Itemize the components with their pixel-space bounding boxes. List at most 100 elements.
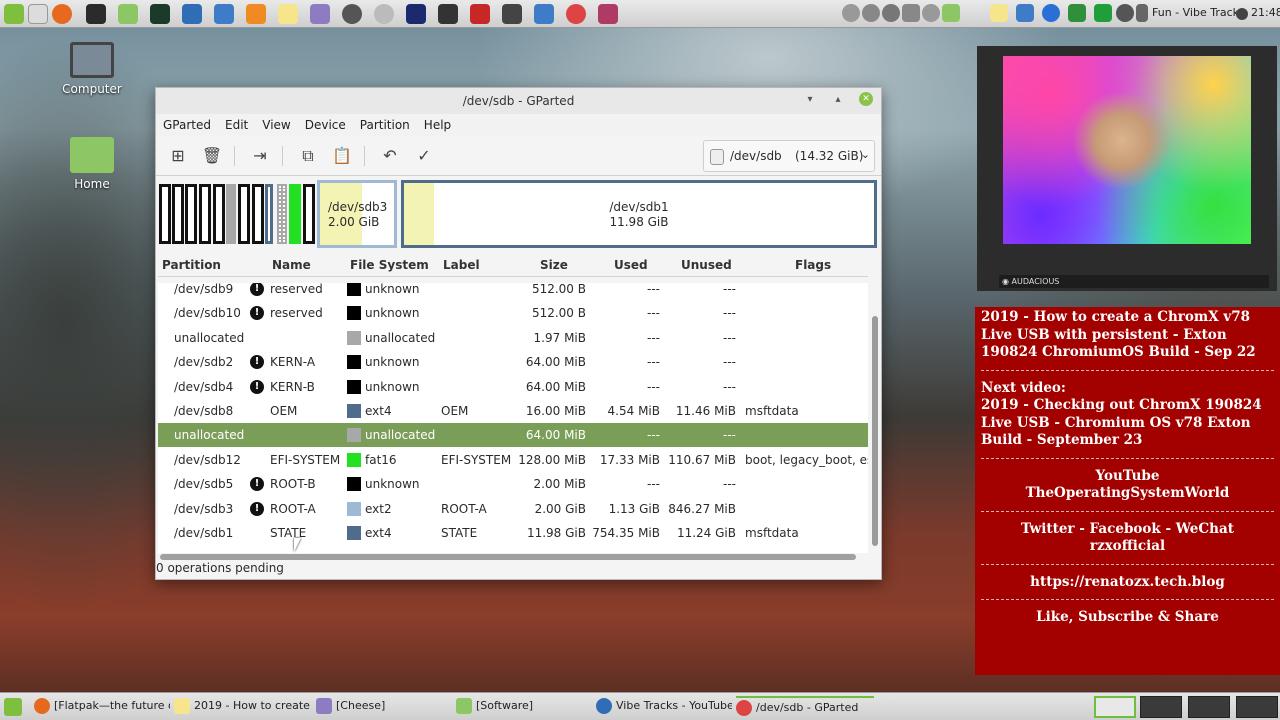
network-icon[interactable] bbox=[1042, 4, 1060, 22]
folder-icon[interactable] bbox=[942, 4, 960, 22]
paste-icon[interactable]: 📋 bbox=[330, 145, 354, 167]
calculator-icon[interactable] bbox=[502, 4, 522, 24]
map-segment[interactable] bbox=[252, 184, 264, 244]
table-row[interactable]: unallocated unallocated 1.97 MiB --- --- bbox=[158, 326, 868, 350]
delete-icon[interactable]: 🗑 bbox=[200, 145, 224, 167]
map-unallocated[interactable] bbox=[226, 184, 236, 244]
table-row[interactable]: /dev/sdb12 EFI-SYSTEM fat16 EFI-SYSTEM 128.0… bbox=[158, 448, 868, 472]
map-segment[interactable] bbox=[185, 184, 197, 244]
col-size[interactable]: Size bbox=[540, 258, 568, 272]
maximize-icon[interactable]: ▴ bbox=[831, 93, 845, 107]
tray-icon[interactable] bbox=[882, 4, 900, 22]
col-partition[interactable]: Partition bbox=[162, 258, 221, 272]
vlc-icon[interactable] bbox=[406, 4, 426, 24]
mint-menu-icon[interactable] bbox=[4, 4, 24, 24]
workspace-2[interactable] bbox=[1140, 696, 1182, 718]
tray-icon[interactable] bbox=[842, 4, 860, 22]
device-selector[interactable]: /dev/sdb (14.32 GiB) ⌄ bbox=[703, 140, 875, 172]
col-name[interactable]: Name bbox=[272, 258, 311, 272]
table-row[interactable]: /dev/sdb1 STATE ext4 STATE 11.98 GiB 754.35 M… bbox=[158, 521, 868, 545]
desktop-icon-computer[interactable]: Computer bbox=[52, 42, 132, 96]
tray-icon[interactable] bbox=[922, 4, 940, 22]
text-editor-icon[interactable] bbox=[310, 4, 330, 24]
app-icon[interactable] bbox=[598, 4, 618, 24]
firefox-icon[interactable] bbox=[52, 4, 72, 24]
tray-icon[interactable] bbox=[902, 4, 920, 22]
menu-icon[interactable] bbox=[4, 698, 22, 716]
map-segment[interactable] bbox=[199, 184, 211, 244]
workspace-4[interactable] bbox=[1236, 696, 1278, 718]
resize-move-icon[interactable]: ⇥ bbox=[248, 145, 272, 167]
task-software[interactable]: [Software] bbox=[456, 698, 576, 718]
map-segment[interactable] bbox=[303, 184, 315, 244]
map-sdb1[interactable]: /dev/sdb1 11.98 GiB bbox=[401, 180, 877, 248]
table-row[interactable]: /dev/sdb3! ROOT-A ext2 ROOT-A 2.00 GiB 1.13 G… bbox=[158, 497, 868, 521]
camera-icon[interactable] bbox=[1016, 4, 1034, 22]
apply-icon[interactable]: ✓ bbox=[412, 145, 436, 167]
menu-gparted[interactable]: GParted bbox=[163, 118, 211, 132]
disk-icon[interactable] bbox=[342, 4, 362, 24]
files-icon[interactable] bbox=[118, 4, 138, 24]
task-flatpak[interactable]: [Flatpak—the future of ... bbox=[34, 698, 170, 718]
map-segment[interactable] bbox=[265, 184, 273, 244]
menu-edit[interactable]: Edit bbox=[225, 118, 248, 132]
task-vibe-tracks[interactable]: Vibe Tracks - YouTube A... bbox=[596, 698, 732, 718]
settings-icon[interactable] bbox=[374, 4, 394, 24]
table-row[interactable]: /dev/sdb9! reserved unknown 512.00 B --- --- bbox=[158, 283, 868, 301]
map-segment[interactable] bbox=[238, 184, 250, 244]
col-used[interactable]: Used bbox=[614, 258, 648, 272]
table-row[interactable]: unallocated unallocated 64.00 MiB --- --- bbox=[158, 423, 868, 448]
task-notes[interactable]: 2019 - How to create a C... bbox=[174, 698, 314, 718]
vertical-scrollbar[interactable] bbox=[872, 316, 878, 546]
system-monitor-icon[interactable] bbox=[150, 4, 170, 24]
notes-icon[interactable] bbox=[990, 4, 1008, 22]
undo-icon[interactable]: ↶ bbox=[378, 145, 402, 167]
workspace-1[interactable] bbox=[1094, 696, 1136, 718]
tray-icon[interactable] bbox=[862, 4, 880, 22]
show-desktop-icon[interactable] bbox=[28, 4, 48, 24]
table-row[interactable]: /dev/sdb8 OEM ext4 OEM 16.00 MiB 4.54 MiB 11.4… bbox=[158, 399, 868, 423]
close-icon[interactable]: ✕ bbox=[859, 92, 873, 106]
menu-partition[interactable]: Partition bbox=[360, 118, 410, 132]
camera-icon[interactable] bbox=[534, 4, 554, 24]
app-icon[interactable] bbox=[182, 4, 202, 24]
app-icon[interactable] bbox=[438, 4, 458, 24]
new-partition-icon[interactable]: ⊞ bbox=[166, 145, 190, 167]
task-gparted[interactable]: /dev/sdb - GParted bbox=[736, 696, 874, 716]
col-label[interactable]: Label bbox=[443, 258, 480, 272]
table-row[interactable]: /dev/sdb10! reserved unknown 512.00 B --- --- bbox=[158, 301, 868, 325]
now-playing[interactable]: Fun - Vibe Tracks bbox=[1152, 6, 1245, 19]
music-icon[interactable] bbox=[1136, 4, 1148, 22]
table-row[interactable]: /dev/sdb2! KERN-A unknown 64.00 MiB --- --- bbox=[158, 350, 868, 374]
minimize-icon[interactable]: ▾ bbox=[803, 93, 817, 107]
wifi-icon[interactable] bbox=[1116, 4, 1134, 22]
shield-icon[interactable] bbox=[1068, 4, 1086, 22]
col-filesystem[interactable]: File System bbox=[350, 258, 429, 272]
map-efi[interactable] bbox=[289, 184, 301, 244]
desktop-icon-home[interactable]: Home bbox=[52, 137, 132, 191]
menu-device[interactable]: Device bbox=[305, 118, 346, 132]
col-unused[interactable]: Unused bbox=[681, 258, 732, 272]
camera-icon[interactable] bbox=[214, 4, 234, 24]
audacious-player[interactable]: ◉ AUDACIOUS bbox=[999, 275, 1269, 288]
map-segment[interactable] bbox=[213, 184, 225, 244]
app-icon[interactable] bbox=[470, 4, 490, 24]
notes-icon[interactable] bbox=[278, 4, 298, 24]
copy-icon[interactable]: ⧉ bbox=[296, 145, 320, 167]
map-segment[interactable] bbox=[159, 184, 171, 244]
map-unallocated-selected[interactable] bbox=[277, 184, 287, 244]
map-sdb3[interactable]: /dev/sdb3 2.00 GiB bbox=[317, 180, 397, 248]
keyboard-layout-icon[interactable] bbox=[1094, 4, 1112, 22]
workspace-3[interactable] bbox=[1188, 696, 1230, 718]
menu-help[interactable]: Help bbox=[424, 118, 451, 132]
title-bar[interactable]: /dev/sdb - GParted ▾ ▴ ✕ bbox=[156, 88, 881, 114]
menu-view[interactable]: View bbox=[262, 118, 290, 132]
map-segment[interactable] bbox=[172, 184, 184, 244]
terminal-icon[interactable] bbox=[86, 4, 106, 24]
col-flags[interactable]: Flags bbox=[795, 258, 831, 272]
horizontal-scrollbar[interactable] bbox=[160, 554, 856, 560]
media-player-icon[interactable] bbox=[246, 4, 266, 24]
chrome-icon[interactable] bbox=[566, 4, 586, 24]
clock[interactable]: 21:48 bbox=[1251, 6, 1280, 19]
table-row[interactable]: /dev/sdb5! ROOT-B unknown 2.00 MiB --- --- bbox=[158, 472, 868, 496]
